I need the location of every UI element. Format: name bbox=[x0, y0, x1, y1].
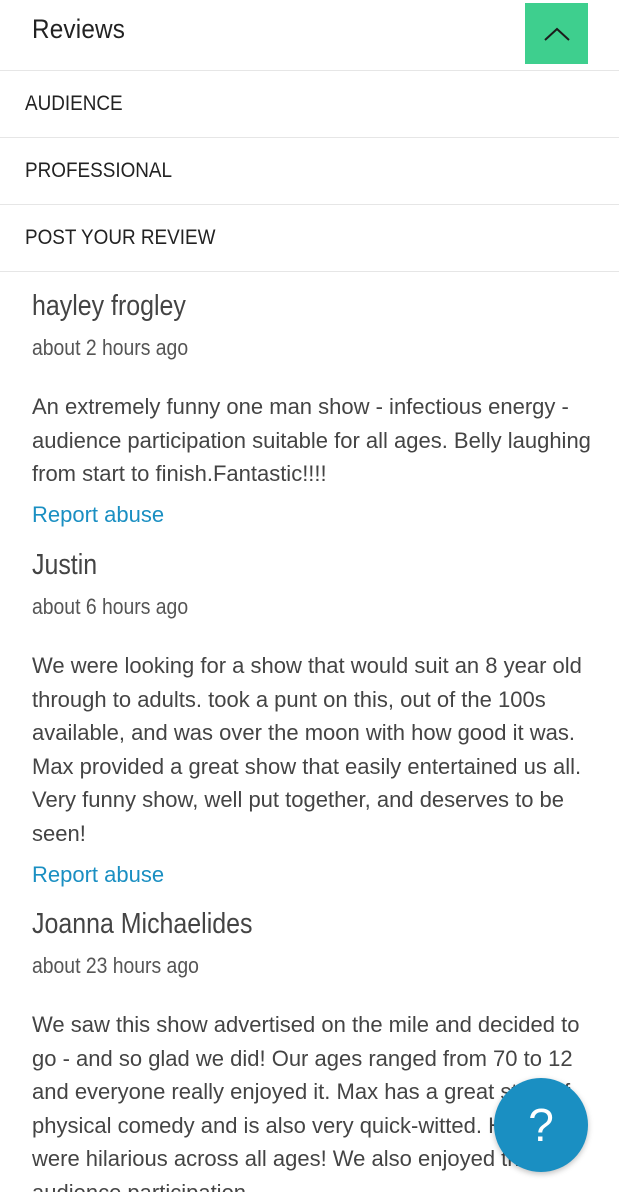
report-abuse-link[interactable]: Report abuse bbox=[32, 502, 164, 528]
review-timestamp: about 23 hours ago bbox=[32, 953, 199, 978]
tab-audience-label: AUDIENCE bbox=[25, 92, 123, 115]
review-text: We were looking for a show that would su… bbox=[32, 653, 582, 846]
reviews-header: Reviews bbox=[0, 0, 619, 71]
reviewer-name: hayley frogley bbox=[32, 290, 186, 322]
page-title: Reviews bbox=[32, 14, 126, 44]
report-abuse-link[interactable]: Report abuse bbox=[32, 862, 164, 888]
collapse-button[interactable] bbox=[525, 3, 588, 64]
tab-professional-label: PROFESSIONAL bbox=[25, 159, 173, 182]
chevron-up-icon bbox=[543, 27, 570, 41]
tab-professional[interactable]: PROFESSIONAL bbox=[0, 138, 619, 205]
reviewer-name: Joanna Michaelides bbox=[32, 908, 253, 940]
tab-audience[interactable]: AUDIENCE bbox=[0, 71, 619, 138]
tab-post-your-review-label: POST YOUR REVIEW bbox=[25, 226, 216, 249]
reviewer-name: Justin bbox=[32, 549, 98, 581]
review-timestamp: about 6 hours ago bbox=[32, 594, 189, 619]
help-button[interactable]: ? bbox=[494, 1078, 588, 1172]
review-timestamp: about 2 hours ago bbox=[32, 335, 189, 360]
help-icon: ? bbox=[528, 1099, 554, 1151]
tab-post-your-review[interactable]: POST YOUR REVIEW bbox=[0, 205, 619, 272]
review-text: An extremely funny one man show - infect… bbox=[32, 394, 591, 486]
